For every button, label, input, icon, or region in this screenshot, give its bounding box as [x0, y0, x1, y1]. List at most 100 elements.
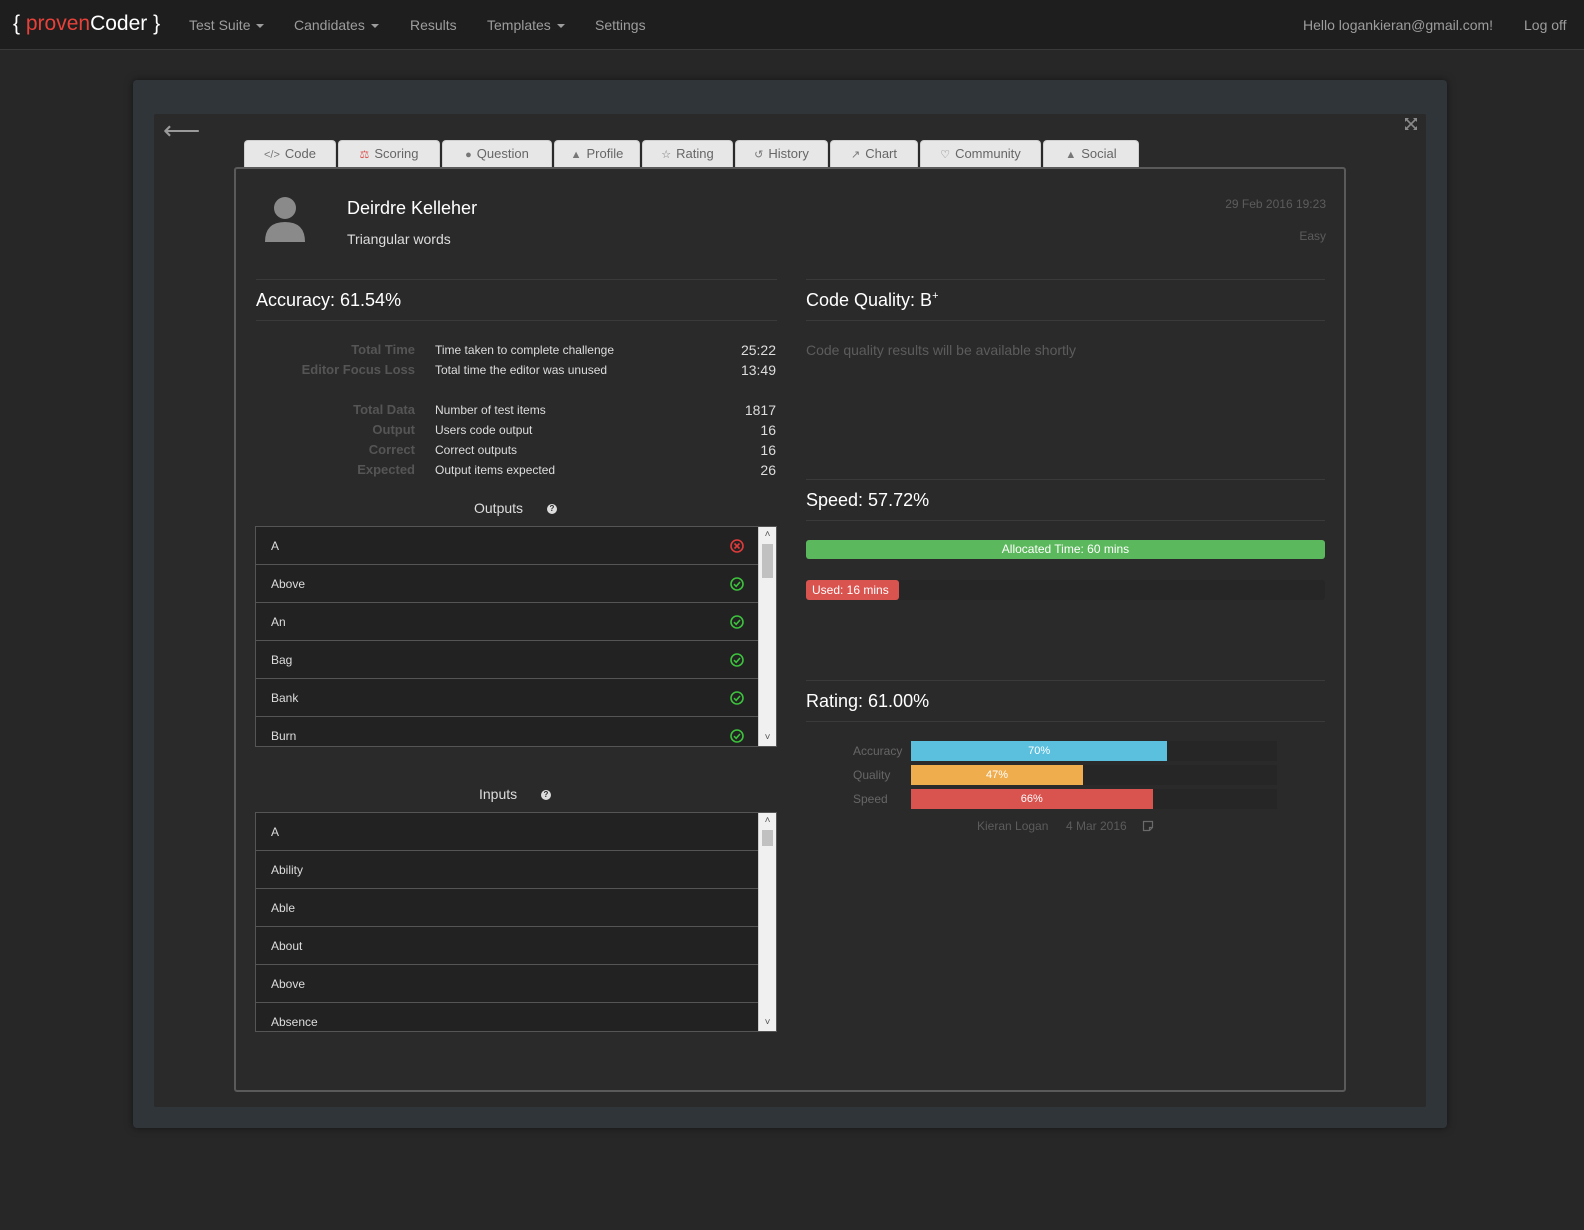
- question-icon[interactable]: ?: [541, 790, 551, 800]
- divider: [806, 320, 1325, 321]
- inputs-list[interactable]: A Ability Able About Above Absence ˄ ˅: [255, 812, 777, 1032]
- circle-icon: ●: [465, 149, 472, 161]
- tab-scoring-label: Scoring: [374, 146, 419, 161]
- stat-value: 25:22: [740, 342, 776, 358]
- input-text: Above: [271, 977, 306, 991]
- output-text: Bag: [271, 653, 293, 667]
- stat-desc: Correct outputs: [435, 443, 518, 457]
- list-item[interactable]: Bank: [256, 679, 758, 717]
- check-circle-icon: [730, 691, 744, 705]
- output-text: A: [271, 539, 280, 553]
- tab-profile[interactable]: ▲ Profile: [554, 140, 640, 167]
- accuracy-title: Accuracy: 61.54%: [256, 290, 402, 310]
- list-item[interactable]: A: [256, 527, 758, 565]
- list-item[interactable]: Absence: [256, 1003, 758, 1031]
- list-item[interactable]: Ability: [256, 851, 758, 889]
- brand-logo[interactable]: { provenCoder }: [13, 12, 160, 36]
- tab-community[interactable]: ♡ Community: [920, 140, 1041, 167]
- used-time-track: Used: 16 mins: [806, 580, 1325, 600]
- users-icon: ▲: [1065, 149, 1077, 161]
- divider: [256, 279, 777, 280]
- list-item[interactable]: Above: [256, 565, 758, 603]
- chevron-up-icon[interactable]: ˄: [759, 814, 776, 828]
- heart-icon: ♡: [940, 149, 951, 161]
- line-chart-icon: ↗: [850, 149, 861, 161]
- stat-desc: Total time the editor was unused: [435, 363, 608, 377]
- nav-test-suite[interactable]: Test Suite: [189, 17, 265, 33]
- nav-greeting[interactable]: Hello logankieran@gmail.com!: [1303, 17, 1493, 33]
- chevron-down-icon[interactable]: ˅: [759, 1016, 776, 1030]
- stat-desc: Number of test items: [435, 403, 546, 417]
- tab-chart-label: Chart: [865, 146, 897, 161]
- question-icon[interactable]: ?: [547, 504, 557, 514]
- outputs-scrollbar[interactable]: ˄ ˅: [758, 527, 776, 746]
- nav-settings[interactable]: Settings: [595, 17, 646, 33]
- stat-desc: Users code output: [435, 423, 533, 437]
- code-quality-grade-sup: +: [932, 290, 939, 302]
- candidate-task: Triangular words: [347, 231, 451, 247]
- nav-results[interactable]: Results: [410, 17, 457, 33]
- chevron-down-icon[interactable]: ˅: [759, 731, 776, 745]
- nav-templates[interactable]: Templates: [487, 17, 565, 33]
- caret-down-icon: [256, 24, 265, 29]
- nav-results-label: Results: [410, 17, 457, 33]
- output-text: Burn: [271, 729, 297, 743]
- scroll-thumb[interactable]: [762, 830, 773, 846]
- scroll-thumb[interactable]: [762, 544, 773, 578]
- stat-value: 26: [760, 462, 776, 478]
- output-text: Above: [271, 577, 306, 591]
- stat-label: Correct: [368, 442, 415, 457]
- arrow-left-icon[interactable]: ⟵: [163, 117, 200, 143]
- tab-chart[interactable]: ↗ Chart: [830, 140, 918, 167]
- list-item[interactable]: Above: [256, 965, 758, 1003]
- rating-track: 66%: [911, 789, 1277, 809]
- tab-social-label: Social: [1081, 146, 1117, 161]
- list-item[interactable]: Bag: [256, 641, 758, 679]
- code-quality-grade: Code Quality: B: [806, 290, 933, 310]
- tab-code[interactable]: </> Code: [244, 140, 336, 167]
- caret-down-icon: [370, 24, 379, 29]
- user-icon: ▲: [570, 149, 582, 161]
- code-icon: </>: [264, 149, 280, 161]
- list-item[interactable]: About: [256, 927, 758, 965]
- tab-history-label: History: [768, 146, 809, 161]
- list-item[interactable]: Able: [256, 889, 758, 927]
- divider: [256, 320, 777, 321]
- chevron-up-icon[interactable]: ˄: [759, 528, 776, 542]
- divider: [806, 520, 1325, 521]
- check-circle-icon: [730, 653, 744, 667]
- inputs-scrollbar[interactable]: ˄ ˅: [758, 813, 776, 1031]
- note-icon[interactable]: [1142, 820, 1154, 832]
- nav-settings-label: Settings: [595, 17, 646, 33]
- list-item[interactable]: An: [256, 603, 758, 641]
- rating-track: 70%: [911, 741, 1277, 761]
- input-text: Ability: [271, 863, 304, 877]
- rating-label-speed: Speed: [853, 792, 888, 806]
- tab-history[interactable]: ↺ History: [735, 140, 828, 167]
- nav-logoff[interactable]: Log off: [1524, 17, 1567, 33]
- rated-date: 4 Mar 2016: [1066, 819, 1127, 833]
- tab-social[interactable]: ▲ Social: [1043, 140, 1139, 167]
- nav-candidates[interactable]: Candidates: [294, 17, 379, 33]
- divider: [806, 479, 1325, 480]
- code-quality-message: Code quality results will be available s…: [806, 342, 1077, 358]
- rating-label-quality: Quality: [853, 768, 891, 782]
- tab-rating[interactable]: ☆ Rating: [642, 140, 733, 167]
- history-icon: ↺: [754, 149, 764, 161]
- output-text: An: [271, 615, 286, 629]
- expand-icon[interactable]: [1404, 117, 1418, 131]
- brand-accent: proven: [25, 12, 91, 35]
- brand-brace: {: [13, 12, 26, 35]
- submission-date: 29 Feb 2016 19:23: [1225, 197, 1326, 211]
- outputs-list[interactable]: A Above An Bag Bank Burn ˄ ˅: [255, 526, 777, 747]
- input-text: About: [271, 939, 303, 953]
- list-item[interactable]: Burn: [256, 717, 758, 746]
- stat-label: Output: [372, 422, 415, 437]
- input-text: A: [271, 825, 280, 839]
- check-circle-icon: [730, 615, 744, 629]
- tab-scoring[interactable]: ⚖ Scoring: [338, 140, 440, 167]
- check-circle-icon: [730, 729, 744, 743]
- tab-question[interactable]: ● Question: [442, 140, 552, 167]
- speed-title: Speed: 57.72%: [806, 490, 930, 510]
- list-item[interactable]: A: [256, 813, 758, 851]
